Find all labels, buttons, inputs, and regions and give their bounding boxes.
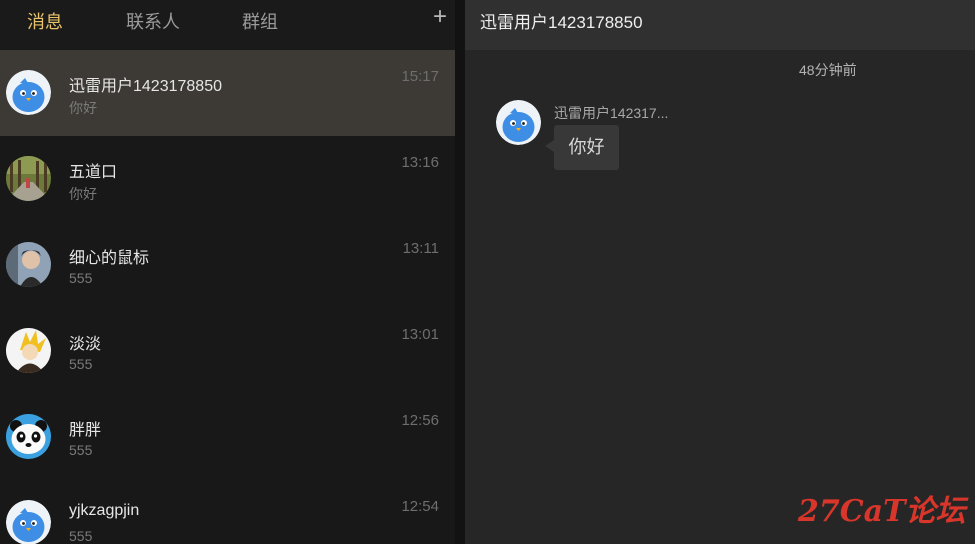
conversation-list: 迅雷用户1423178850 你好 15:17 五道口 你好 13:16 细心的… (0, 50, 455, 544)
left-panel: 消息 联系人 群组 + 迅雷用户1423178850 你好 15:17 五道口 … (0, 0, 455, 544)
conversation-item[interactable]: 细心的鼠标 555 13:11 (0, 222, 455, 308)
blue-bird-avatar-icon (6, 500, 51, 544)
conversation-time: 13:01 (401, 326, 439, 343)
conversation-item[interactable]: yjkzagpjin 555 12:54 (0, 480, 455, 544)
conversation-item[interactable]: 迅雷用户1423178850 你好 15:17 (0, 50, 455, 136)
conversation-preview: 555 (69, 356, 93, 372)
chat-header: 迅雷用户1423178850 (465, 0, 975, 50)
conversation-name: 胖胖 (69, 422, 102, 439)
conversation-item[interactable]: 五道口 你好 13:16 (0, 136, 455, 222)
yellow-anime-avatar-icon (6, 328, 51, 373)
conversation-name: 迅雷用户1423178850 (69, 78, 222, 95)
tab-bar: 消息 联系人 群组 + (0, 0, 455, 51)
conversation-time: 13:11 (402, 240, 439, 257)
message-sender: 迅雷用户142317... (554, 105, 669, 121)
chat-title: 迅雷用户1423178850 (480, 13, 643, 32)
photo-person-avatar-icon (6, 242, 51, 287)
conversation-preview: 你好 (69, 186, 97, 202)
conversation-preview: 555 (69, 528, 93, 544)
message-bubble[interactable]: 你好 (554, 125, 619, 170)
conversation-name: 淡淡 (69, 336, 102, 353)
message-timestamp: 48分钟前 (799, 62, 857, 78)
conversation-preview: 你好 (69, 100, 97, 116)
conversation-time: 15:17 (401, 68, 439, 85)
conversation-name: 细心的鼠标 (69, 250, 150, 267)
chat-panel: 迅雷用户1423178850 48分钟前 迅雷用户142317... 你好 (465, 0, 975, 544)
conversation-item[interactable]: 淡淡 555 13:01 (0, 308, 455, 394)
bubble-tail (545, 140, 554, 152)
tab-groups[interactable]: 群组 (242, 8, 278, 34)
blue-bird-avatar-icon (6, 70, 51, 115)
tab-contacts[interactable]: 联系人 (126, 8, 180, 34)
panel-divider[interactable] (455, 0, 465, 544)
conversation-time: 12:56 (401, 412, 439, 429)
app-window: 消息 联系人 群组 + 迅雷用户1423178850 你好 15:17 五道口 … (0, 0, 975, 544)
add-button[interactable]: + (428, 2, 452, 32)
panda-avatar-icon (6, 414, 51, 459)
conversation-name: yjkzagpjin (69, 502, 140, 519)
blue-bird-avatar-icon[interactable] (496, 100, 541, 145)
conversation-time: 13:16 (401, 154, 439, 171)
conversation-item[interactable]: 胖胖 555 12:56 (0, 394, 455, 480)
tab-messages[interactable]: 消息 (27, 8, 63, 34)
watermark-logo: 27CaT论坛 (798, 494, 966, 529)
photo-road-avatar-icon (6, 156, 51, 201)
conversation-preview: 555 (69, 442, 93, 458)
conversation-name: 五道口 (69, 164, 118, 181)
conversation-preview: 555 (69, 270, 93, 286)
conversation-time: 12:54 (401, 498, 439, 515)
